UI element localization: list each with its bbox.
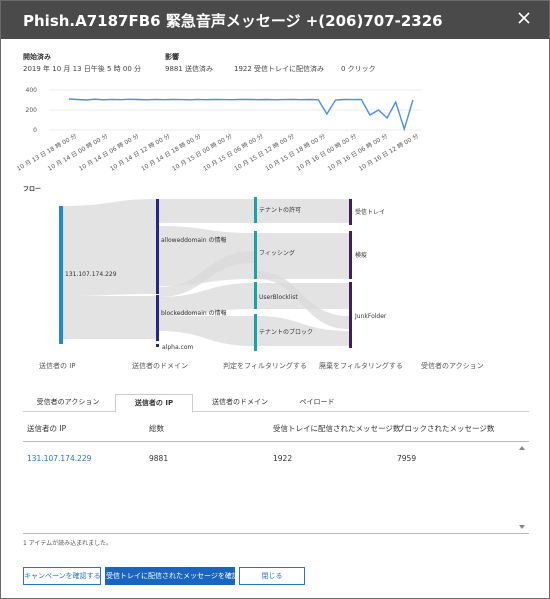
column-header-delivered[interactable]: 受信トレイに配信されたメッセージ数: [273, 423, 400, 434]
node-junk: [349, 282, 352, 348]
sent-count: 9881 送信済み: [165, 65, 214, 73]
tab-sender-ip[interactable]: 送信者の IP: [115, 394, 193, 413]
node-label-quarantine: 検疫: [355, 251, 367, 259]
start-value: 2019 年 10 月 13 日午後 5 時 00 分: [23, 65, 142, 73]
node-tenant-allow: [254, 197, 257, 223]
y-tick-label: 0: [33, 127, 37, 134]
column-label-filter-dispose: 廃棄をフィルタリングする: [319, 362, 403, 370]
impact-label: 影響: [165, 53, 179, 61]
cell-blocked: 7959: [397, 454, 417, 463]
link-ip-allowed: [63, 199, 156, 296]
click-count: 0 クリック: [341, 65, 376, 73]
node-label-tenant-allow: テナントの許可: [259, 206, 301, 214]
series-line: [68, 98, 414, 132]
close-icon[interactable]: [516, 10, 532, 26]
tab-recipient-action[interactable]: 受信者のアクション: [23, 394, 113, 412]
node-quarantine: [349, 231, 352, 279]
tab-payload[interactable]: ペイロード: [287, 394, 347, 412]
node-label-alpha: alpha.com: [162, 344, 194, 351]
node-blocked: [156, 295, 159, 341]
column-label-sender-domain: 送信者のドメイン: [132, 362, 188, 370]
dialog-header: Phish.A7187FB6 緊急音声メッセージ +(206)707-2326: [1, 1, 549, 39]
sender-ip-table: 送信者の IP 総数 受信トレイに配信されたメッセージ数 ブロックされたメッセー…: [23, 412, 529, 534]
y-tick-label: 200: [26, 107, 38, 114]
tab-sender-domain[interactable]: 送信者のドメイン: [195, 394, 285, 412]
node-label-junk: JunkFolder: [354, 313, 387, 320]
y-tick-label: 400: [26, 87, 38, 94]
link-ip-blocked: [63, 296, 156, 339]
chart-x-ticks: 10 月 13 日 18 時 00 分10 月 14 日 00 時 00 分10…: [15, 132, 420, 173]
node-allowed: [156, 199, 159, 294]
table-bottom-divider: [23, 533, 529, 534]
load-status: 1 アイテムが読み込まれました。: [23, 540, 113, 547]
cell-delivered: 1922: [273, 454, 293, 463]
messages-line-chart: 400 200 0 10 月 13 日 18 時 00 分10 月 14 日 00 …: [15, 87, 421, 173]
close-button[interactable]: 閉じる: [239, 567, 305, 585]
column-label-filter-verdict: 判定をフィルタリングする: [223, 362, 307, 370]
x-tick-label: 10 月 16 日 12 時 00 分: [357, 132, 420, 173]
node-label-phishing: フィッシング: [259, 249, 295, 257]
node-label-userblock: UserBlocklist: [259, 294, 298, 301]
node-ip: [59, 206, 63, 344]
node-label-tenant-block: テナントのブロック: [259, 328, 313, 336]
node-userblock: [254, 282, 257, 309]
scroll-up-icon[interactable]: [519, 446, 525, 450]
confirm-inbox-messages-button[interactable]: 受信トレイに配信されたメッセージを確認する: [105, 567, 253, 585]
confirm-campaign-button[interactable]: キャンペーンを確認する: [23, 567, 101, 585]
node-label-allowed: alloweddomain の情報: [161, 236, 226, 244]
scroll-down-icon[interactable]: [519, 525, 525, 529]
campaign-dialog: Phish.A7187FB6 緊急音声メッセージ +(206)707-2326 …: [0, 0, 550, 599]
node-label-blocked: blockeddomain の情報: [161, 309, 227, 317]
chart-grid: [49, 89, 421, 131]
cell-sender-ip[interactable]: 131.107.174.229: [27, 454, 91, 463]
table-row[interactable]: 131.107.174.229 9881 1922 7959: [23, 443, 515, 473]
column-label-sender-ip: 送信者の IP: [39, 362, 76, 370]
chart-y-ticks: 400 200 0: [26, 87, 38, 134]
detail-tabs: 受信者のアクション 送信者の IP 送信者のドメイン ペイロード: [23, 394, 529, 413]
node-inbox: [349, 199, 352, 225]
node-phishing: [254, 231, 257, 279]
link-blocked-tenantblock: [159, 316, 254, 346]
delivered-count: 1922 受信トレイに配信済み: [234, 65, 325, 73]
start-label: 開始済み: [23, 53, 51, 61]
dialog-title: Phish.A7187FB6 緊急音声メッセージ +(206)707-2326: [23, 12, 443, 30]
column-header-total[interactable]: 総数: [149, 423, 164, 434]
node-label-inbox: 受信トレイ: [355, 208, 385, 216]
table-header: 送信者の IP 総数 受信トレイに配信されたメッセージ数 ブロックされたメッセー…: [23, 412, 529, 442]
column-header-blocked[interactable]: ブロックされたメッセージ数: [397, 423, 494, 434]
node-label-ip: 131.107.174.229: [65, 271, 117, 278]
link-allowed-tenantallow: [159, 199, 254, 223]
node-tenant-block: [254, 314, 257, 351]
column-header-sender-ip[interactable]: 送信者の IP: [27, 423, 66, 434]
table-scrollbar[interactable]: [517, 443, 529, 533]
chart-series: [68, 98, 414, 132]
column-label-recipient-action: 受信者のアクション: [421, 362, 484, 370]
cell-total: 9881: [149, 454, 169, 463]
sankey-flow-diagram: 131.107.174.229 alloweddomain の情報 blocke…: [59, 197, 387, 351]
node-alpha: [156, 344, 159, 347]
